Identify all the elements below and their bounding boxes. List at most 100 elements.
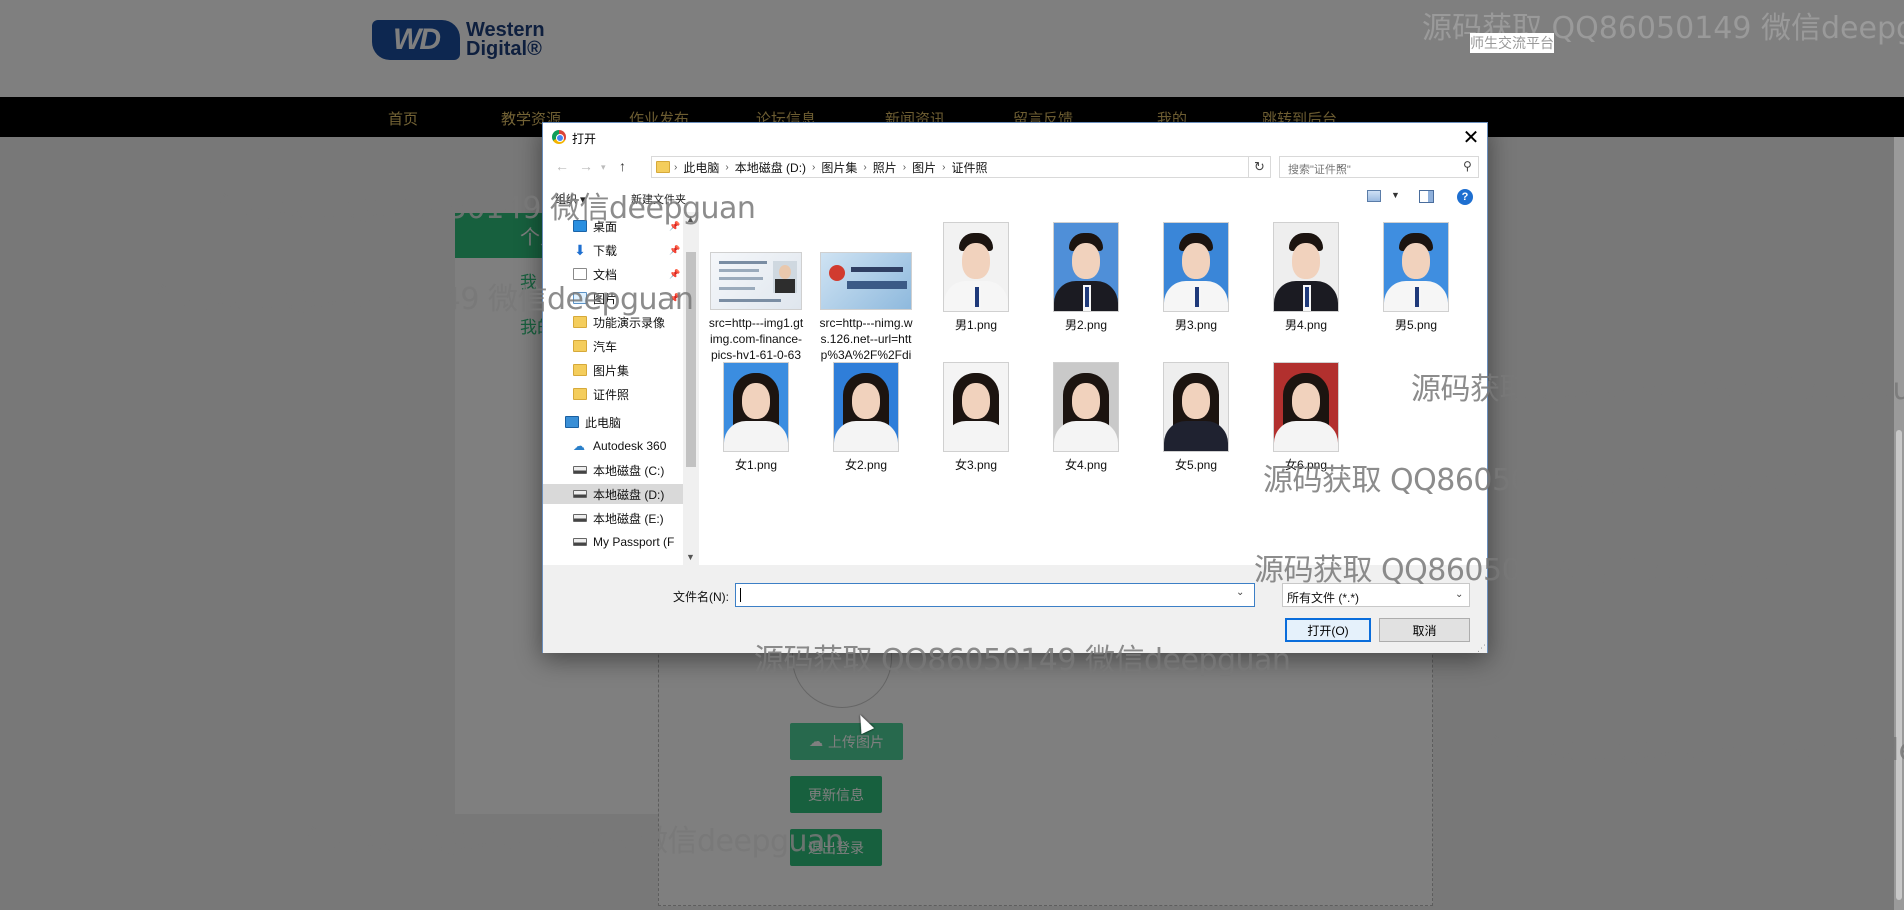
nav-item[interactable]: 此电脑 xyxy=(543,412,683,432)
portrait-thumbnail xyxy=(1383,222,1449,312)
recent-dropdown-icon[interactable]: ▾ xyxy=(601,162,606,173)
page-scroll-thumb[interactable] xyxy=(1896,430,1902,900)
cloud-icon: ☁ xyxy=(573,439,585,453)
nav-item[interactable]: My Passport (F xyxy=(543,532,683,552)
download-icon: ⬇ xyxy=(574,242,586,258)
refresh-icon[interactable]: ↻ xyxy=(1249,156,1271,178)
nav-item-label: 本地磁盘 (C:) xyxy=(593,463,665,478)
breadcrumb-gallery[interactable]: 图片集 xyxy=(821,159,857,176)
nav-item-label: Autodesk 360 xyxy=(593,439,667,453)
drive-icon xyxy=(573,514,587,522)
nav-item-label: 汽车 xyxy=(593,339,618,354)
file-item[interactable]: 女3.png xyxy=(928,362,1024,473)
nav-item-label: 下载 xyxy=(593,243,618,258)
nav-item[interactable]: 图片集 xyxy=(543,360,683,380)
file-item[interactable]: src=http---img1.gtimg.com-finance-pics-h… xyxy=(708,252,804,379)
filename-label: 文件名(N): xyxy=(673,590,729,604)
nav-item[interactable]: ☁ Autodesk 360 xyxy=(543,436,683,456)
watermark: 源码获取 QQ86050149 微信deepguan xyxy=(219,191,756,226)
nav-item-label: 证件照 xyxy=(593,387,630,402)
preview-pane-icon[interactable] xyxy=(1419,190,1434,203)
portrait-thumbnail xyxy=(833,362,899,452)
file-list-pane: src=http---img1.gtimg.com-finance-pics-h… xyxy=(700,212,1487,565)
file-name: 女5.png xyxy=(1174,458,1218,472)
file-item[interactable]: 男4.png xyxy=(1258,222,1354,333)
chevron-right-icon: › xyxy=(942,161,946,173)
watermark: 源码获取 QQ86050149 微信deepguan xyxy=(1411,372,1904,407)
file-name: 男1.png xyxy=(954,318,998,332)
file-item[interactable]: src=http---nimg.ws.126.net--url=http%3A%… xyxy=(818,252,914,379)
file-item[interactable]: 女2.png xyxy=(818,362,914,473)
watermark: 源码获取 QQ86050149 微信deepguan xyxy=(307,824,844,859)
filename-input[interactable]: ⌄ xyxy=(735,583,1255,607)
chevron-right-icon: › xyxy=(812,161,816,173)
id-card-thumbnail xyxy=(710,252,802,310)
dialog-titlebar[interactable]: 打开 ✕ xyxy=(543,123,1487,151)
resize-grip-icon[interactable]: ⋰ xyxy=(1477,643,1486,654)
navigation-pane: ▲ ▼ 桌面 📌 ⬇ 下载 📌 文档 📌 图片 📌 功能演示录像 汽车 图片集 证件照 此电脑 ☁ Autod… xyxy=(543,212,699,565)
scroll-down-icon[interactable]: ▼ xyxy=(686,552,695,562)
chevron-down-icon: ⌄ xyxy=(1455,589,1464,600)
breadcrumb-this-pc[interactable]: 此电脑 xyxy=(683,159,719,176)
breadcrumb-id-photos[interactable]: 证件照 xyxy=(951,159,987,176)
up-arrow-icon[interactable]: ↑ xyxy=(619,158,626,174)
change-view-icon[interactable] xyxy=(1367,190,1381,202)
watermark: 源码获取 QQ86050149 微信deepguan xyxy=(1254,553,1791,588)
nav-item[interactable]: 本地磁盘 (D:) xyxy=(543,484,683,504)
folder-icon xyxy=(573,364,587,376)
nav-item-label: My Passport (F xyxy=(593,535,675,549)
drive-icon xyxy=(573,538,587,546)
file-item[interactable]: 女4.png xyxy=(1038,362,1134,473)
breadcrumb-pictures[interactable]: 图片 xyxy=(912,159,936,176)
folder-icon xyxy=(573,388,587,400)
search-input[interactable]: 搜索"证件照" xyxy=(1279,156,1479,178)
file-item[interactable]: 女5.png xyxy=(1148,362,1244,473)
search-icon[interactable]: ⚲ xyxy=(1463,159,1472,173)
pin-icon: 📌 xyxy=(669,244,681,255)
nav-item-label: 本地磁盘 (E:) xyxy=(593,511,664,526)
chrome-icon xyxy=(552,130,566,144)
address-bar[interactable]: › 此电脑 › 本地磁盘 (D:) › 图片集 › 照片 › 图片 › 证件照 … xyxy=(651,156,1344,178)
file-name: 女2.png xyxy=(844,458,888,472)
file-item[interactable]: 男2.png xyxy=(1038,222,1134,333)
nav-item-label: 图片集 xyxy=(593,363,630,378)
nav-item[interactable]: ⬇ 下载 📌 xyxy=(543,240,683,260)
help-icon[interactable]: ? xyxy=(1457,189,1473,205)
file-item[interactable]: 男3.png xyxy=(1148,222,1244,333)
portrait-thumbnail xyxy=(1273,222,1339,312)
nav-scrollbar[interactable]: ▲ ▼ xyxy=(683,212,699,565)
watermark: 源码获取 QQ86050149 微信deepguan xyxy=(157,282,694,317)
portrait-thumbnail xyxy=(943,362,1009,452)
folder-icon xyxy=(573,340,587,352)
breadcrumb-photos[interactable]: 照片 xyxy=(873,159,897,176)
nav-item[interactable]: 本地磁盘 (C:) xyxy=(543,460,683,480)
dialog-title: 打开 xyxy=(572,132,597,146)
file-item[interactable]: 女1.png xyxy=(708,362,804,473)
portrait-thumbnail xyxy=(1053,362,1119,452)
watermark: 源码获取 QQ86050149 微信deepguan xyxy=(1263,463,1800,498)
site-subtitle-overlay: 师生交流平台 xyxy=(1470,33,1554,53)
open-button[interactable]: 打开(O) xyxy=(1285,618,1371,642)
portrait-thumbnail xyxy=(1163,362,1229,452)
chevron-right-icon: › xyxy=(725,161,729,173)
folder-icon xyxy=(656,161,670,173)
nav-item[interactable]: 汽车 xyxy=(543,336,683,356)
breadcrumb-drive-d[interactable]: 本地磁盘 (D:) xyxy=(735,159,806,176)
dialog-close-button[interactable]: ✕ xyxy=(1455,123,1487,151)
file-name: 男3.png xyxy=(1174,318,1218,332)
forward-arrow-icon[interactable]: → xyxy=(579,158,593,174)
chevron-down-icon[interactable]: ⌄ xyxy=(1236,587,1244,598)
nav-item-label: 此电脑 xyxy=(585,415,622,430)
nav-item[interactable]: 证件照 xyxy=(543,384,683,404)
chevron-right-icon: › xyxy=(863,161,867,173)
chevron-down-icon[interactable]: ▼ xyxy=(1391,190,1400,200)
address-row: ← → ▾ ↑ › 此电脑 › 本地磁盘 (D:) › 图片集 › 照片 › 图… xyxy=(543,152,1487,182)
file-item[interactable]: 男5.png xyxy=(1368,222,1464,333)
nav-item[interactable]: 本地磁盘 (E:) xyxy=(543,508,683,528)
id-card-thumbnail xyxy=(820,252,912,310)
file-item[interactable]: 男1.png xyxy=(928,222,1024,333)
cancel-button[interactable]: 取消 xyxy=(1379,618,1470,642)
portrait-thumbnail xyxy=(943,222,1009,312)
watermark: 源码获取 QQ86050149 微信deepguan xyxy=(1490,733,1904,768)
back-arrow-icon[interactable]: ← xyxy=(555,158,569,174)
